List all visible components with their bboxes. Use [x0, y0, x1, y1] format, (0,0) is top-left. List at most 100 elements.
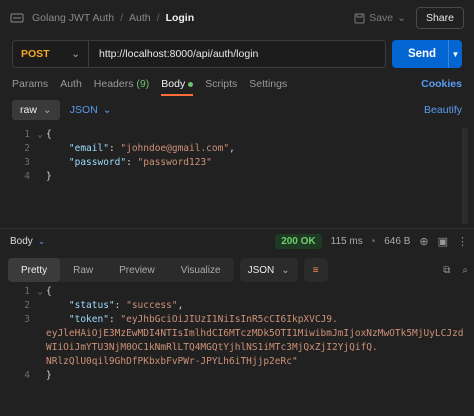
tab-settings[interactable]: Settings [249, 78, 287, 90]
tab-params[interactable]: Params [12, 78, 48, 90]
response-body-select[interactable]: Body ⌄ [10, 236, 45, 247]
token-continuation: eyJleHAiOjE3MzEwMDI4NTIsImlhdCI6MTczMDk5… [46, 328, 464, 339]
code-line: 3 "password": "password123" [12, 156, 468, 170]
line-number: 1 [24, 286, 30, 297]
response-toolbar: Pretty Raw Preview Visualize JSON ⌄ ≡ ⧉ … [8, 258, 468, 282]
save-icon [354, 13, 365, 23]
method-label: POST [21, 48, 50, 60]
tab-visualize[interactable]: Visualize [168, 258, 234, 282]
line-number: 3 [24, 157, 30, 168]
line-number: 2 [24, 300, 30, 311]
save-button[interactable]: Save ⌄ [354, 12, 406, 24]
chevron-down-icon: ⌄ [42, 104, 52, 116]
json-value: "eyJhbGciOiJIUzI1NiIsInR5cCI6IkpXVCJ9. [120, 314, 338, 325]
code-line: 2 "status": "success", [12, 299, 468, 313]
url-input[interactable]: http://localhost:8000/api/auth/login [89, 48, 258, 60]
share-button[interactable]: Share [415, 7, 464, 29]
json-key: "password" [68, 157, 127, 168]
beautify-button[interactable]: Beautify [424, 104, 462, 116]
breadcrumb-separator: / [156, 12, 160, 24]
search-icon[interactable]: ⌕ [462, 265, 468, 276]
response-time[interactable]: 115 ms [331, 236, 363, 247]
response-header: Body ⌄ 200 OK 115 ms • 646 B ⊕ ▣ ⋮ [10, 233, 468, 249]
status-badge[interactable]: 200 OK [275, 233, 322, 249]
breadcrumb-request[interactable]: Login [166, 12, 195, 24]
chevron-down-icon: ⌄ [37, 235, 46, 246]
fold-icon[interactable]: ⌄ [34, 128, 46, 142]
code-line: 4 } [12, 369, 468, 383]
breadcrumb-separator: / [120, 12, 124, 24]
tab-body[interactable]: Body [161, 78, 194, 96]
pane-divider[interactable] [0, 228, 474, 229]
response-format-label: JSON [247, 264, 275, 276]
wrap-lines-icon[interactable]: ≡ [303, 258, 328, 282]
json-key: "email" [68, 143, 109, 154]
tab-headers-label: Headers [93, 78, 134, 90]
breadcrumb-folder[interactable]: Auth [129, 12, 151, 24]
body-mode-label: raw [20, 104, 37, 116]
top-bar: Golang JWT Auth / Auth / Login Save ⌄ Sh… [0, 0, 474, 36]
code-text: } [46, 171, 52, 182]
code-line: 2 "email": "johndoe@gmail.com", [12, 142, 468, 156]
view-tabs: Pretty Raw Preview Visualize [8, 258, 234, 282]
line-number: 3 [24, 314, 30, 325]
chevron-down-icon: ⌄ [71, 48, 80, 60]
body-options: raw ⌄ JSON ⌄ Beautify [12, 99, 462, 121]
line-number: 4 [24, 370, 30, 381]
token-continuation: NRlzQlU0qil9GhDfPKbxbFvPWr-JPYLh6iTHjjp2… [46, 356, 298, 367]
chevron-down-icon[interactable]: ⌄ [397, 12, 406, 24]
code-text: { [46, 129, 52, 140]
response-size[interactable]: 646 B [384, 236, 410, 247]
json-key: "token" [68, 314, 109, 325]
tab-preview[interactable]: Preview [106, 258, 168, 282]
tab-body-label: Body [161, 78, 186, 90]
json-value: "success" [126, 300, 178, 311]
fold-icon[interactable]: ⌄ [34, 285, 46, 299]
url-box: POST ⌄ http://localhost:8000/api/auth/lo… [12, 40, 386, 68]
copy-icon[interactable]: ⧉ [443, 265, 450, 276]
json-value: "johndoe@gmail.com" [120, 143, 230, 154]
line-number: 2 [24, 143, 30, 154]
body-indicator-dot [188, 81, 194, 87]
body-format-label: JSON [69, 104, 98, 116]
code-line: 1 ⌄ { [12, 285, 468, 299]
response-label: Body [10, 235, 33, 247]
line-number: 1 [24, 129, 30, 140]
response-body-viewer[interactable]: 1 ⌄ { 2 "status": "success", 3 "token": … [12, 285, 468, 405]
chevron-down-icon[interactable]: ▼ [448, 40, 462, 68]
separator-dot: • [371, 235, 376, 247]
code-line: 3 "token": "eyJhbGciOiJIUzI1NiIsInR5cCI6… [12, 313, 468, 327]
tab-auth[interactable]: Auth [60, 78, 82, 90]
send-label: Send [407, 48, 437, 60]
send-button[interactable]: Send ▼ [392, 40, 462, 68]
response-format-select[interactable]: JSON ⌄ [239, 258, 298, 282]
code-line: 1 ⌄ { [12, 128, 468, 142]
request-bar: POST ⌄ http://localhost:8000/api/auth/lo… [12, 40, 462, 68]
tab-scripts[interactable]: Scripts [205, 78, 237, 90]
editor-scrollbar[interactable] [462, 128, 468, 224]
save-label: Save [369, 12, 394, 24]
http-icon [10, 13, 24, 23]
tab-raw[interactable]: Raw [60, 258, 106, 282]
json-value: "password123" [137, 157, 212, 168]
body-mode-select[interactable]: raw ⌄ [12, 100, 60, 120]
save-response-icon[interactable]: ▣ [438, 235, 448, 248]
breadcrumb: Golang JWT Auth / Auth / Login [32, 12, 194, 24]
code-line: 4 } [12, 170, 468, 184]
chevron-down-icon: ⌄ [102, 104, 112, 116]
method-select[interactable]: POST ⌄ [13, 41, 89, 67]
chevron-down-icon: ⌄ [281, 264, 290, 276]
tab-headers[interactable]: Headers (9) [94, 78, 149, 90]
body-format-select[interactable]: JSON ⌄ [70, 104, 112, 116]
headers-count: (9) [136, 78, 150, 90]
cookies-link[interactable]: Cookies [421, 78, 462, 90]
globe-icon[interactable]: ⊕ [419, 235, 428, 248]
json-key: "status" [68, 300, 115, 311]
line-number: 4 [24, 171, 30, 182]
request-body-editor[interactable]: 1 ⌄ { 2 "email": "johndoe@gmail.com", 3 … [12, 128, 468, 224]
more-icon[interactable]: ⋮ [457, 235, 468, 248]
request-tabs: Params Auth Headers (9) Body Scripts Set… [12, 74, 462, 96]
breadcrumb-collection[interactable]: Golang JWT Auth [32, 12, 114, 24]
token-continuation: WIiOiJmYTU3NjM0OC1kNmRlLTQ4MGQtYjhlNS1iM… [46, 342, 378, 353]
tab-pretty[interactable]: Pretty [8, 258, 61, 282]
